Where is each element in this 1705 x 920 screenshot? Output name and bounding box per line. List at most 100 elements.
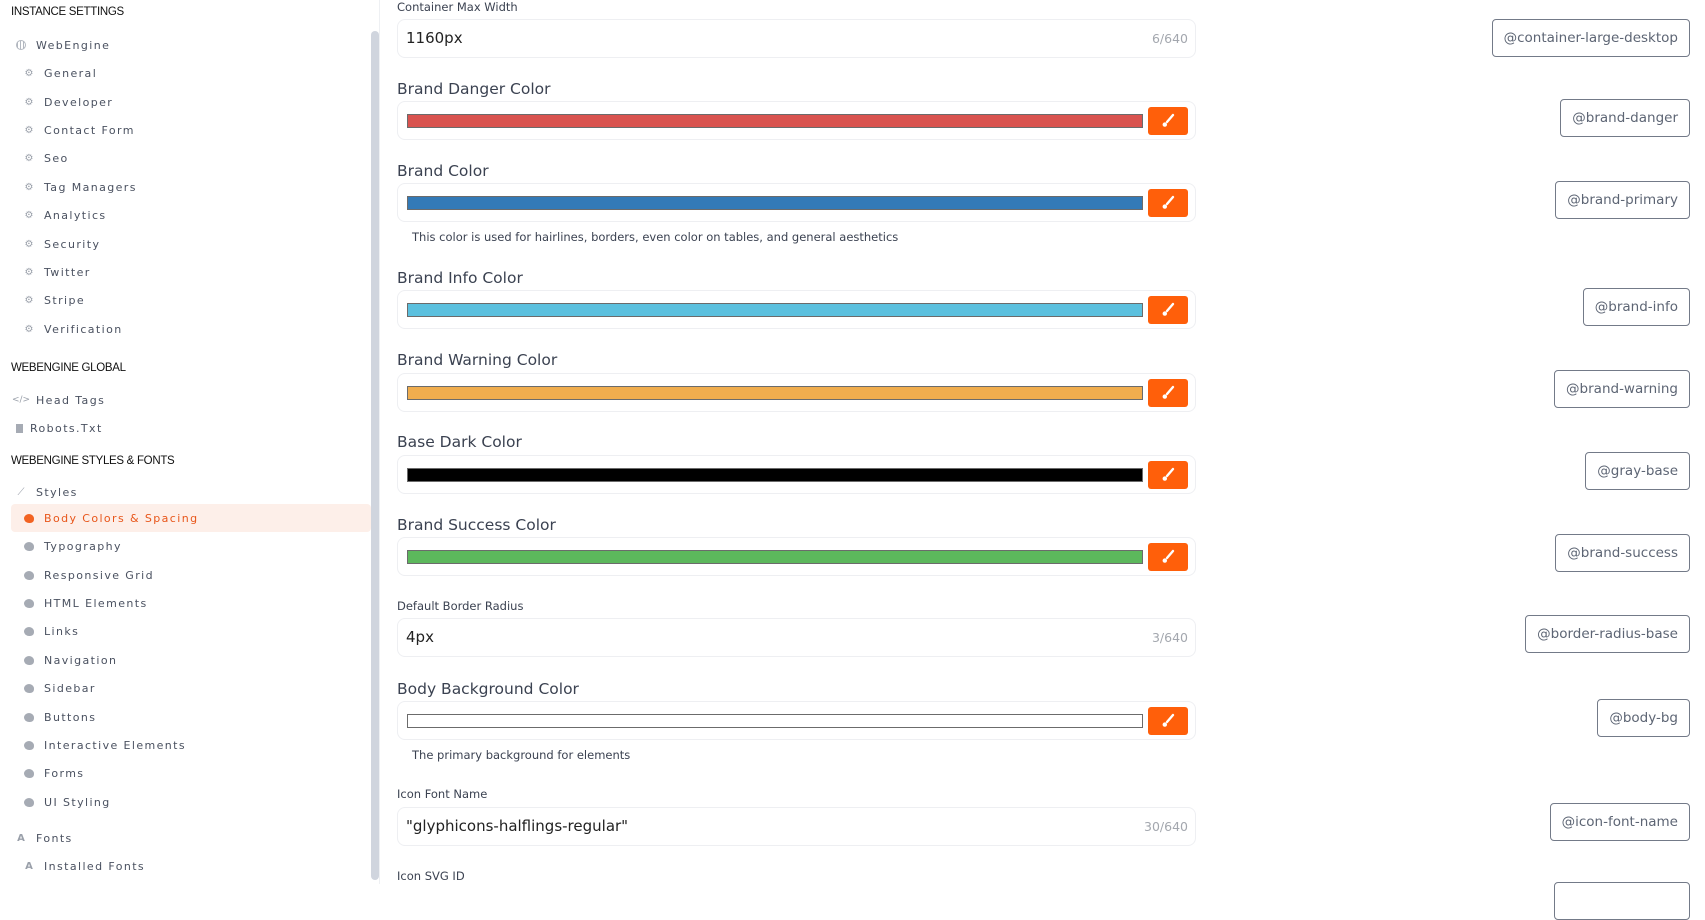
- brush-icon: [1162, 549, 1175, 563]
- help-text-body-background: The primary background for elements: [412, 748, 631, 762]
- sidebar-item-label: Stripe: [44, 293, 86, 307]
- sidebar-item-styles[interactable]: ⟋ Styles: [11, 478, 371, 506]
- container-max-width-input[interactable]: 1160px 6/640: [397, 19, 1196, 58]
- sidebar-item-html-elements[interactable]: HTML Elements: [11, 589, 371, 617]
- variable-tag-icon-font-name[interactable]: @icon-font-name: [1549, 803, 1690, 841]
- color-swatch[interactable]: [407, 550, 1143, 564]
- color-picker-button[interactable]: [1148, 107, 1188, 135]
- sidebar-item-head-tags[interactable]: </> Head Tags: [11, 386, 371, 414]
- variable-tag-container-large-desktop[interactable]: @container-large-desktop: [1491, 19, 1690, 57]
- sidebar-item-seo[interactable]: ⚙ Seo: [11, 144, 371, 172]
- section-title-styles-fonts: WEBENGINE STYLES & FONTS: [11, 455, 175, 467]
- color-picker-button[interactable]: [1148, 189, 1188, 217]
- sidebar-item-label: Installed Fonts: [44, 859, 146, 873]
- sidebar-item-buttons[interactable]: Buttons: [11, 703, 371, 731]
- color-picker-button[interactable]: [1148, 379, 1188, 407]
- variable-tag-gray-base[interactable]: @gray-base: [1585, 452, 1690, 490]
- body-background-color-field[interactable]: [397, 701, 1196, 740]
- color-picker-button[interactable]: [1148, 543, 1188, 571]
- sidebar-item-fonts[interactable]: A Fonts: [11, 824, 371, 852]
- variable-tag-border-radius-base[interactable]: @border-radius-base: [1525, 615, 1690, 653]
- sidebar-item-label: Security: [44, 237, 101, 251]
- brand-warning-color-field[interactable]: [397, 373, 1196, 412]
- sidebar-item-label: Fonts: [36, 831, 73, 845]
- sidebar-item-label: WebEngine: [36, 38, 111, 52]
- gear-icon: ⚙: [24, 152, 34, 164]
- variable-tag-brand-warning[interactable]: @brand-warning: [1554, 370, 1690, 408]
- sidebar-item-label: Links: [44, 624, 80, 638]
- color-picker-button[interactable]: [1148, 296, 1188, 324]
- brush-icon: [1162, 113, 1175, 127]
- font-icon: A: [17, 832, 25, 844]
- field-label-body-background: Body Background Color: [397, 680, 579, 698]
- color-swatch[interactable]: [407, 196, 1143, 210]
- field-label-brand-success: Brand Success Color: [397, 516, 556, 534]
- sidebar-item-responsive-grid[interactable]: Responsive Grid: [11, 561, 371, 589]
- variable-tag-body-bg[interactable]: @body-bg: [1597, 699, 1690, 737]
- sidebar-item-navigation[interactable]: Navigation: [11, 646, 371, 674]
- variable-tag-brand-info[interactable]: @brand-info: [1582, 288, 1690, 326]
- sidebar-item-robots-txt[interactable]: Robots.Txt: [11, 414, 371, 442]
- color-swatch[interactable]: [407, 386, 1143, 400]
- brush-icon: [1162, 467, 1175, 481]
- color-swatch[interactable]: [407, 114, 1143, 128]
- sidebar-item-label: Responsive Grid: [44, 568, 154, 582]
- brand-info-color-field[interactable]: [397, 290, 1196, 329]
- color-picker-button[interactable]: [1148, 461, 1188, 489]
- sidebar-item-body-colors-spacing[interactable]: Body Colors & Spacing: [11, 504, 371, 532]
- brand-color-field[interactable]: [397, 183, 1196, 222]
- field-label-default-border-radius: Default Border Radius: [397, 599, 524, 613]
- gear-icon: ⚙: [24, 124, 34, 136]
- field-label-brand-info: Brand Info Color: [397, 269, 523, 287]
- field-label-brand-color: Brand Color: [397, 162, 489, 180]
- file-icon: [15, 422, 23, 434]
- brand-success-color-field[interactable]: [397, 537, 1196, 576]
- sidebar-item-label: Twitter: [44, 265, 91, 279]
- sidebar-item-label: Buttons: [44, 710, 97, 724]
- sidebar-scrollbar[interactable]: [371, 31, 379, 880]
- sidebar: INSTANCE SETTINGS WebEngine ⚙ General ⚙ …: [0, 0, 380, 884]
- color-swatch[interactable]: [407, 714, 1143, 728]
- brand-danger-color-field[interactable]: [397, 101, 1196, 140]
- globe-icon: [15, 39, 27, 51]
- sidebar-item-tag-managers[interactable]: ⚙ Tag Managers: [11, 173, 371, 201]
- sidebar-item-security[interactable]: ⚙ Security: [11, 230, 371, 258]
- sidebar-item-installed-fonts[interactable]: A Installed Fonts: [11, 852, 371, 880]
- default-border-radius-input[interactable]: 4px 3/640: [397, 618, 1196, 657]
- sidebar-item-label: General: [44, 66, 98, 80]
- sidebar-item-stripe[interactable]: ⚙ Stripe: [11, 286, 371, 314]
- sidebar-item-label: Tag Managers: [44, 180, 137, 194]
- sidebar-item-twitter[interactable]: ⚙ Twitter: [11, 258, 371, 286]
- sidebar-item-label: Verification: [44, 322, 123, 336]
- brush-icon: [1162, 385, 1175, 399]
- palette-icon: [23, 682, 35, 694]
- sidebar-item-contact-form[interactable]: ⚙ Contact Form: [11, 116, 371, 144]
- sidebar-item-sidebar[interactable]: Sidebar: [11, 674, 371, 702]
- sidebar-item-links[interactable]: Links: [11, 617, 371, 645]
- palette-icon: [23, 512, 35, 524]
- variable-tag-brand-primary[interactable]: @brand-primary: [1555, 181, 1690, 219]
- color-swatch[interactable]: [407, 303, 1143, 317]
- field-label-container-max-width: Container Max Width: [397, 0, 518, 14]
- variable-tag-brand-danger[interactable]: @brand-danger: [1560, 99, 1690, 137]
- variable-tag-icon-svg-id[interactable]: [1554, 882, 1690, 920]
- input-value: 4px: [406, 628, 434, 646]
- sidebar-item-ui-styling[interactable]: UI Styling: [11, 788, 371, 816]
- sidebar-item-typography[interactable]: Typography: [11, 532, 371, 560]
- icon-font-name-input[interactable]: "glyphicons-halflings-regular" 30/640: [397, 807, 1196, 846]
- field-label-icon-font-name: Icon Font Name: [397, 787, 488, 801]
- sidebar-item-verification[interactable]: ⚙ Verification: [11, 315, 371, 343]
- sidebar-item-general[interactable]: ⚙ General: [11, 59, 371, 87]
- variable-tag-brand-success[interactable]: @brand-success: [1555, 534, 1690, 572]
- field-label-brand-danger: Brand Danger Color: [397, 80, 551, 98]
- sidebar-item-analytics[interactable]: ⚙ Analytics: [11, 201, 371, 229]
- base-dark-color-field[interactable]: [397, 455, 1196, 494]
- color-picker-button[interactable]: [1148, 707, 1188, 735]
- sidebar-item-interactive-elements[interactable]: Interactive Elements: [11, 731, 371, 759]
- color-swatch[interactable]: [407, 468, 1143, 482]
- sidebar-item-forms[interactable]: Forms: [11, 759, 371, 787]
- gear-icon: ⚙: [24, 209, 34, 221]
- sidebar-item-label: Robots.Txt: [30, 421, 103, 435]
- sidebar-item-webengine[interactable]: WebEngine: [11, 31, 371, 59]
- sidebar-item-developer[interactable]: ⚙ Developer: [11, 88, 371, 116]
